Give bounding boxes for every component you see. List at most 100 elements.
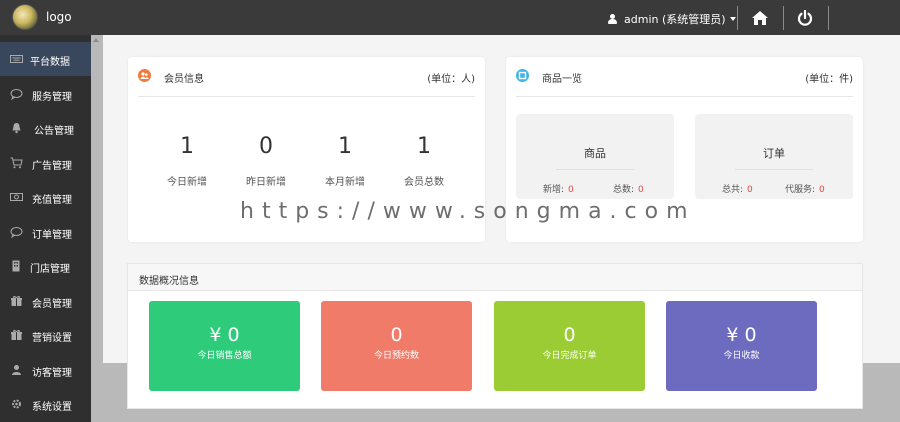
- stat-value: 1: [338, 134, 352, 159]
- orders-pending-stat: 代服务: 0: [785, 182, 825, 195]
- keyboard-icon: [10, 55, 23, 63]
- gift-icon: [11, 329, 22, 340]
- orders-summary-box[interactable]: 订单 总共: 0 代服务: 0: [695, 114, 853, 199]
- sidebar-item-label: 广告管理: [32, 161, 72, 172]
- goods-total-value: 0: [638, 185, 644, 195]
- sidebar-item-label: 营销设置: [32, 333, 72, 344]
- sidebar-item-label: 订单管理: [32, 230, 72, 241]
- goods-new-stat: 新增: 0: [543, 182, 574, 195]
- tile-today-completed-orders[interactable]: 0 今日完成订单: [494, 301, 645, 391]
- goods-icon: [516, 69, 529, 82]
- bell-icon: [12, 123, 21, 134]
- stat-value: 0: [259, 134, 273, 159]
- top-bar: logo admin (系统管理员): [0, 0, 900, 35]
- goods-total-stat: 总数: 0: [613, 182, 644, 195]
- goods-new-label: 新增:: [543, 185, 565, 195]
- scroll-up-arrow[interactable]: [93, 38, 99, 42]
- sidebar-item-marketing[interactable]: 营销设置: [0, 318, 91, 352]
- divider: [737, 6, 738, 30]
- watermark-text: https://www.songma.com: [240, 199, 696, 224]
- sidebar-item-announcements[interactable]: 公告管理: [0, 111, 91, 145]
- sidebar-item-recharge[interactable]: 充值管理: [0, 180, 91, 214]
- money-icon: [10, 193, 23, 201]
- home-button[interactable]: [742, 6, 778, 30]
- stat-label: 会员总数: [404, 177, 444, 188]
- orders-pending-label: 代服务:: [785, 185, 816, 195]
- tile-value: 0: [390, 324, 403, 346]
- sidebar-item-visitors[interactable]: 访客管理: [0, 353, 91, 387]
- goods-total-label: 总数:: [613, 185, 635, 195]
- stat-month-new: 1 本月新增: [315, 134, 375, 188]
- divider: [828, 6, 829, 30]
- sidebar-item-orders[interactable]: 订单管理: [0, 215, 91, 249]
- sidebar-item-label: 公告管理: [34, 126, 74, 137]
- tile-today-sales[interactable]: ¥ 0 今日销售总额: [149, 301, 300, 391]
- divider: [735, 169, 813, 170]
- stat-label: 本月新增: [325, 177, 365, 188]
- stat-label: 今日新增: [167, 177, 207, 188]
- user-name: admin (系统管理员): [624, 13, 726, 26]
- sidebar-item-service[interactable]: 服务管理: [0, 77, 91, 111]
- data-overview-header: 数据概况信息: [128, 264, 862, 291]
- logout-button[interactable]: [787, 6, 823, 30]
- orders-summary-title: 订单: [763, 147, 785, 160]
- sidebar: 平台数据 服务管理 公告管理 广告管理 充值管理 订单管理 门店管理 会员管理 …: [0, 35, 91, 422]
- chevron-down-icon: [729, 17, 736, 21]
- goods-summary-title: 商品: [584, 147, 606, 160]
- sidebar-item-label: 会员管理: [32, 299, 72, 310]
- stat-label: 昨日新增: [246, 177, 286, 188]
- power-icon: [797, 10, 813, 26]
- goods-card-unit: (单位：件): [805, 74, 853, 85]
- logo-text[interactable]: logo: [46, 10, 72, 24]
- gift-icon: [11, 295, 22, 306]
- goods-new-value: 0: [568, 185, 574, 195]
- stat-today-new: 1 今日新增: [157, 134, 217, 188]
- building-icon: [12, 260, 20, 272]
- cart-icon: [10, 157, 23, 169]
- sidebar-item-label: 充值管理: [32, 195, 72, 206]
- orders-pending-value: 0: [819, 185, 825, 195]
- tile-label: 今日预约数: [373, 351, 419, 361]
- sidebar-item-platform-data[interactable]: 平台数据: [0, 42, 91, 76]
- sidebar-item-label: 门店管理: [30, 264, 70, 275]
- data-overview-panel: 数据概况信息 ¥ 0 今日销售总额 0 今日预约数 0 今日完成订单 ¥ 0 今…: [127, 263, 863, 409]
- sidebar-item-members[interactable]: 会员管理: [0, 284, 91, 318]
- sidebar-item-label: 系统设置: [32, 402, 72, 413]
- sidebar-item-ads[interactable]: 广告管理: [0, 146, 91, 180]
- orders-total-label: 总共:: [722, 185, 744, 195]
- gear-icon: [12, 399, 21, 409]
- divider: [556, 169, 634, 170]
- divider: [783, 6, 784, 30]
- member-card-header: 会员信息 (单位：人): [138, 35, 475, 97]
- user-icon: [608, 14, 617, 24]
- stat-member-total: 1 会员总数: [394, 134, 454, 188]
- comment-icon: [10, 89, 23, 100]
- user-menu[interactable]: admin (系统管理员): [608, 11, 736, 27]
- sidebar-item-label: 服务管理: [32, 92, 72, 103]
- logo-image[interactable]: [12, 4, 38, 30]
- tile-value: 0: [563, 324, 576, 346]
- stat-value: 1: [180, 134, 194, 159]
- tile-value: ¥ 0: [209, 324, 240, 346]
- data-overview-title: 数据概况信息: [139, 276, 199, 287]
- user-icon: [12, 365, 21, 375]
- home-icon: [752, 11, 768, 25]
- tile-label: 今日完成订单: [542, 351, 597, 361]
- sidebar-item-label: 访客管理: [32, 368, 72, 379]
- sidebar-item-stores[interactable]: 门店管理: [0, 249, 91, 283]
- member-icon: [138, 69, 151, 82]
- tile-today-appointments[interactable]: 0 今日预约数: [321, 301, 472, 391]
- stat-yesterday-new: 0 昨日新增: [236, 134, 296, 188]
- tile-label: 今日收款: [723, 351, 760, 361]
- tile-today-receipts[interactable]: ¥ 0 今日收款: [666, 301, 817, 391]
- sidebar-item-settings[interactable]: 系统设置: [0, 387, 91, 421]
- orders-total-value: 0: [747, 185, 753, 195]
- member-card-title: 会员信息: [164, 74, 204, 85]
- stat-value: 1: [417, 134, 431, 159]
- comment-icon: [10, 227, 23, 238]
- sidebar-item-label: 平台数据: [30, 57, 70, 68]
- orders-total-stat: 总共: 0: [722, 182, 753, 195]
- goods-card-header: 商品一览 (单位：件): [516, 35, 853, 97]
- goods-card-title: 商品一览: [542, 74, 582, 85]
- goods-summary-box[interactable]: 商品 新增: 0 总数: 0: [516, 114, 674, 199]
